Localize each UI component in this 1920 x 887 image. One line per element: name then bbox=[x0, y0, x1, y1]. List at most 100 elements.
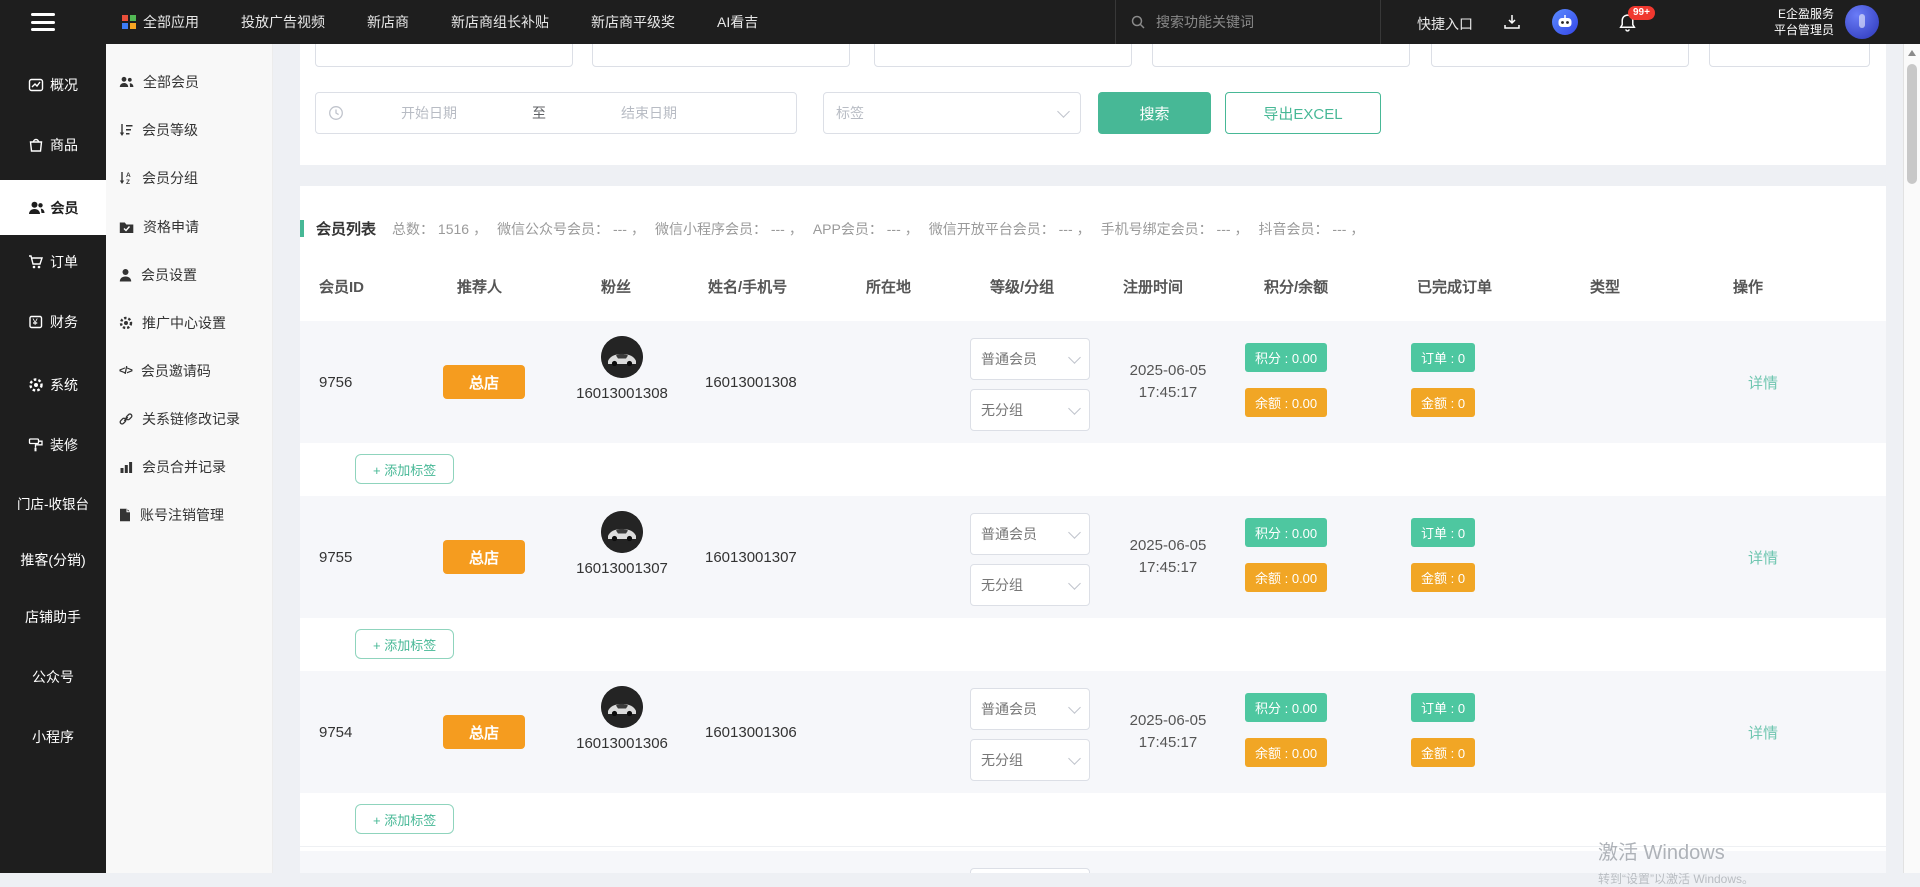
register-time: 2025-06-0517:45:17 bbox=[1113, 321, 1223, 443]
level-select[interactable]: 普通会员 bbox=[970, 868, 1090, 873]
sidebar-item-finance[interactable]: ¥ 财务 bbox=[0, 305, 106, 339]
sidebar-item-mini-program[interactable]: 小程序 bbox=[0, 720, 106, 754]
points-badge: 积分 : 0.00 bbox=[1245, 693, 1327, 722]
nav-all-apps-label: 全部应用 bbox=[143, 12, 199, 32]
sidebar-item-orders[interactable]: 订单 bbox=[0, 245, 106, 279]
sidebar-item-store-cashier[interactable]: 门店-收银台 bbox=[0, 486, 106, 520]
submenu-item-member-groups[interactable]: AZ 会员分组 bbox=[106, 163, 272, 193]
topbar-nav: 全部应用 投放广告视频 新店商 新店商组长补贴 新店商平级奖 AI看吉 bbox=[122, 0, 758, 44]
member-name-phone: 16013001307 bbox=[705, 496, 797, 618]
col-header-name-phone: 姓名/手机号 bbox=[708, 276, 787, 297]
search-button[interactable]: 搜索 bbox=[1098, 92, 1211, 134]
submenu-item-member-invite-code[interactable]: </> 会员邀请码 bbox=[106, 356, 272, 386]
sidebar-item-goods[interactable]: 商品 bbox=[0, 128, 106, 162]
member-id: 9754 bbox=[319, 671, 352, 793]
nav-item-ai[interactable]: AI看吉 bbox=[717, 12, 758, 32]
submenu-item-member-levels[interactable]: 会员等级 bbox=[106, 115, 272, 145]
assistant-robot-icon[interactable] bbox=[1552, 9, 1578, 40]
col-header-register-time: 注册时间 bbox=[1123, 276, 1183, 297]
add-tag-button[interactable]: + 添加标签 bbox=[355, 629, 454, 659]
nav-item-leader-subsidy[interactable]: 新店商组长补贴 bbox=[451, 12, 549, 32]
notification-count-badge: 99+ bbox=[1628, 6, 1655, 20]
download-icon[interactable] bbox=[1503, 13, 1521, 36]
referrer-button[interactable]: 总店 bbox=[443, 365, 525, 399]
page-scrollbar[interactable] bbox=[1903, 44, 1920, 873]
tag-select[interactable]: 标签 bbox=[823, 92, 1081, 134]
col-header-fans: 粉丝 bbox=[601, 276, 631, 297]
nav-item-peer-award[interactable]: 新店商平级奖 bbox=[591, 12, 675, 32]
sidebar-item-official-account[interactable]: 公众号 bbox=[0, 660, 106, 694]
export-excel-button[interactable]: 导出EXCEL bbox=[1225, 92, 1381, 134]
submenu-item-promotion-center-settings[interactable]: 推广中心设置 bbox=[106, 308, 272, 338]
filter-input[interactable] bbox=[874, 44, 1132, 67]
submenu-item-member-merge-records[interactable]: 会员合并记录 bbox=[106, 452, 272, 482]
nav-all-apps[interactable]: 全部应用 bbox=[122, 12, 199, 32]
submenu-item-member-settings[interactable]: 会员设置 bbox=[106, 260, 272, 290]
filter-input[interactable] bbox=[1152, 44, 1410, 67]
sidebar-item-promoter[interactable]: 推客(分销) bbox=[0, 543, 106, 577]
col-header-points-balance: 积分/余额 bbox=[1264, 276, 1328, 297]
level-select[interactable]: 普通会员 bbox=[970, 338, 1090, 380]
chevron-down-icon bbox=[1068, 526, 1081, 539]
sidebar-item-label: 财务 bbox=[50, 312, 78, 332]
add-tag-button[interactable]: + 添加标签 bbox=[355, 804, 454, 834]
table-row: 9755 总店 16013001307 16013001307 普通会员 无分组… bbox=[300, 496, 1886, 672]
col-header-member-id: 会员ID bbox=[319, 276, 364, 297]
submenu-item-qualification-apply[interactable]: 资格申请 bbox=[106, 212, 272, 242]
menu-toggle-button[interactable] bbox=[31, 13, 55, 31]
member-avatar bbox=[601, 511, 643, 553]
user-avatar[interactable] bbox=[1845, 5, 1879, 39]
add-tag-button[interactable]: + 添加标签 bbox=[355, 454, 454, 484]
search-input[interactable] bbox=[1154, 13, 1358, 31]
date-start-placeholder: 开始日期 bbox=[344, 103, 514, 123]
date-range-input[interactable]: 开始日期 至 结束日期 bbox=[315, 92, 797, 134]
sidebar-item-label: 推客(分销) bbox=[20, 550, 85, 570]
sidebar-item-system[interactable]: 系统 bbox=[0, 368, 106, 402]
submenu-item-account-cancellation[interactable]: 账号注销管理 bbox=[106, 500, 272, 530]
users-icon bbox=[119, 75, 134, 89]
group-select[interactable]: 无分组 bbox=[970, 389, 1090, 431]
sidebar-item-overview[interactable]: 概况 bbox=[0, 68, 106, 102]
sidebar-item-label: 公众号 bbox=[32, 667, 74, 687]
nav-item-new-shop[interactable]: 新店商 bbox=[367, 12, 409, 32]
filter-input[interactable] bbox=[315, 44, 573, 67]
filter-input[interactable] bbox=[1431, 44, 1689, 67]
gear-icon bbox=[119, 316, 133, 330]
notifications-button[interactable]: 99+ bbox=[1618, 13, 1637, 37]
submenu-item-relation-chain-records[interactable]: 关系链修改记录 bbox=[106, 404, 272, 434]
sidebar-item-members[interactable]: 会员 bbox=[0, 180, 106, 235]
folder-check-icon bbox=[119, 221, 134, 234]
sidebar-item-label: 小程序 bbox=[32, 727, 74, 747]
quick-entry-link[interactable]: 快捷入口 bbox=[1417, 14, 1473, 34]
scrollbar-up-arrow[interactable] bbox=[1908, 50, 1916, 56]
bar-chart-icon bbox=[119, 460, 133, 474]
scrollbar-thumb[interactable] bbox=[1907, 64, 1917, 184]
user-info[interactable]: E企盈服务 平台管理员 bbox=[1774, 6, 1834, 38]
sidebar-item-shop-assistant[interactable]: 店铺助手 bbox=[0, 600, 106, 634]
tag-placeholder: 标签 bbox=[836, 103, 864, 123]
sidebar-item-decorate[interactable]: 装修 bbox=[0, 428, 106, 462]
submenu-item-all-members[interactable]: 全部会员 bbox=[106, 67, 272, 97]
topbar: 全部应用 投放广告视频 新店商 新店商组长补贴 新店商平级奖 AI看吉 快捷入口… bbox=[0, 0, 1920, 44]
detail-link[interactable]: 详情 bbox=[1733, 321, 1793, 443]
detail-link[interactable]: 详情 bbox=[1733, 496, 1793, 618]
chevron-down-icon bbox=[1057, 105, 1070, 118]
stat-wechat-open: 微信开放平台会员： ---， bbox=[929, 219, 1091, 239]
balance-badge: 余额 : 0.00 bbox=[1245, 738, 1327, 767]
svg-text:A: A bbox=[126, 172, 131, 179]
submenu-item-label: 会员合并记录 bbox=[142, 457, 226, 477]
apps-grid-icon bbox=[122, 15, 136, 29]
user-icon bbox=[119, 268, 132, 282]
referrer-button[interactable]: 总店 bbox=[443, 540, 525, 574]
filter-input[interactable] bbox=[592, 44, 850, 67]
detail-link[interactable]: 详情 bbox=[1733, 671, 1793, 793]
group-select[interactable]: 无分组 bbox=[970, 564, 1090, 606]
level-select[interactable]: 普通会员 bbox=[970, 513, 1090, 555]
col-header-type: 类型 bbox=[1590, 276, 1620, 297]
topbar-search bbox=[1115, 0, 1381, 44]
group-select[interactable]: 无分组 bbox=[970, 739, 1090, 781]
referrer-button[interactable]: 总店 bbox=[443, 715, 525, 749]
level-select[interactable]: 普通会员 bbox=[970, 688, 1090, 730]
filter-input[interactable] bbox=[1709, 44, 1870, 67]
nav-item-ads-video[interactable]: 投放广告视频 bbox=[241, 12, 325, 32]
